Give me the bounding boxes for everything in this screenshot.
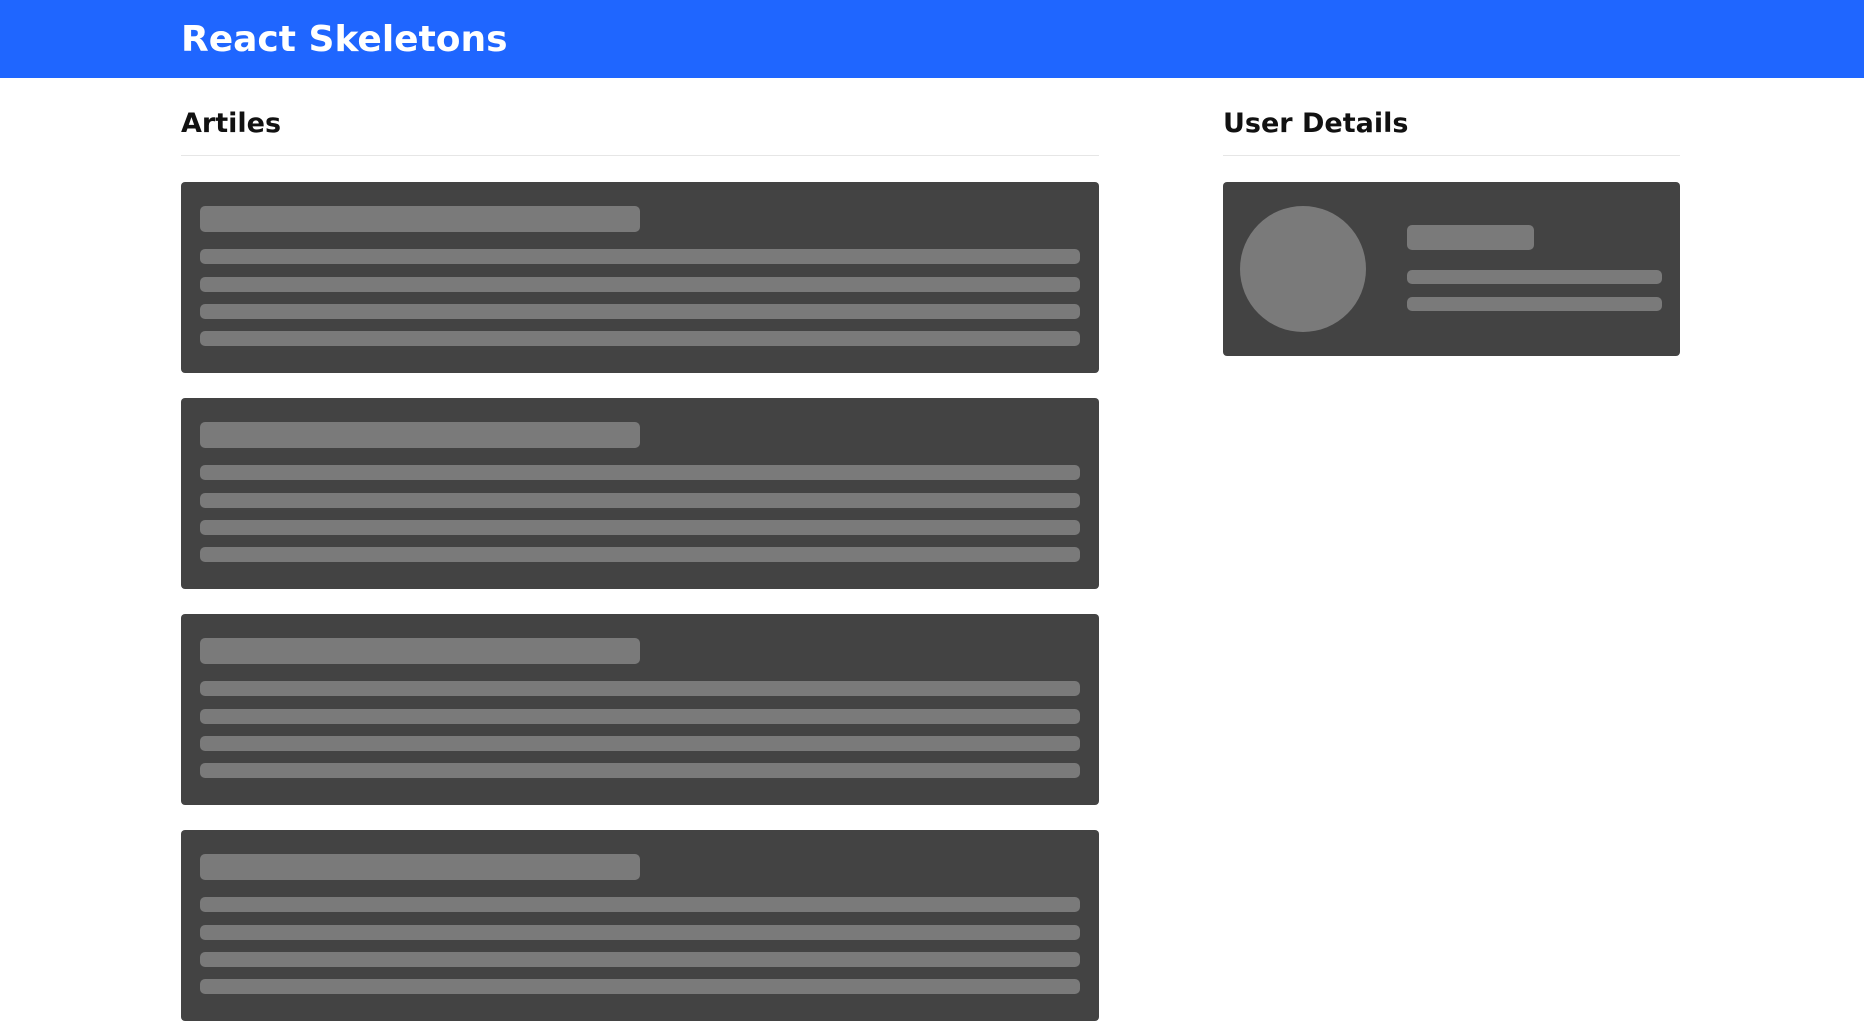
skeleton-user-name — [1407, 225, 1534, 250]
skeleton-article-line — [200, 331, 1080, 346]
skeleton-article-line — [200, 547, 1080, 562]
user-details-heading: User Details — [1223, 108, 1409, 139]
skeleton-avatar — [1240, 206, 1366, 332]
app-header: React Skeletons — [0, 0, 1864, 78]
skeleton-article-line — [200, 952, 1080, 967]
skeleton-article-line — [200, 897, 1080, 912]
user-skeleton-card — [1223, 182, 1680, 356]
skeleton-article-line — [200, 277, 1080, 292]
article-skeleton-card — [181, 614, 1099, 805]
article-skeleton-card — [181, 830, 1099, 1021]
skeleton-article-line — [200, 763, 1080, 778]
skeleton-article-line — [200, 925, 1080, 940]
skeleton-article-line — [200, 736, 1080, 751]
skeleton-article-line — [200, 709, 1080, 724]
skeleton-article-title — [200, 206, 640, 232]
skeleton-article-title — [200, 422, 640, 448]
skeleton-user-line — [1407, 270, 1662, 284]
skeleton-article-title — [200, 638, 640, 664]
skeleton-article-line — [200, 249, 1080, 264]
skeleton-article-line — [200, 979, 1080, 994]
article-skeleton-card — [181, 398, 1099, 589]
skeleton-article-line — [200, 465, 1080, 480]
skeleton-article-line — [200, 493, 1080, 508]
articles-divider — [181, 155, 1099, 156]
skeleton-article-line — [200, 681, 1080, 696]
skeleton-article-line — [200, 520, 1080, 535]
app-title: React Skeletons — [181, 19, 508, 60]
skeleton-user-line — [1407, 297, 1662, 311]
article-skeleton-card — [181, 182, 1099, 373]
skeleton-article-line — [200, 304, 1080, 319]
articles-heading: Artiles — [181, 108, 282, 139]
user-details-divider — [1223, 155, 1680, 156]
skeleton-article-title — [200, 854, 640, 880]
